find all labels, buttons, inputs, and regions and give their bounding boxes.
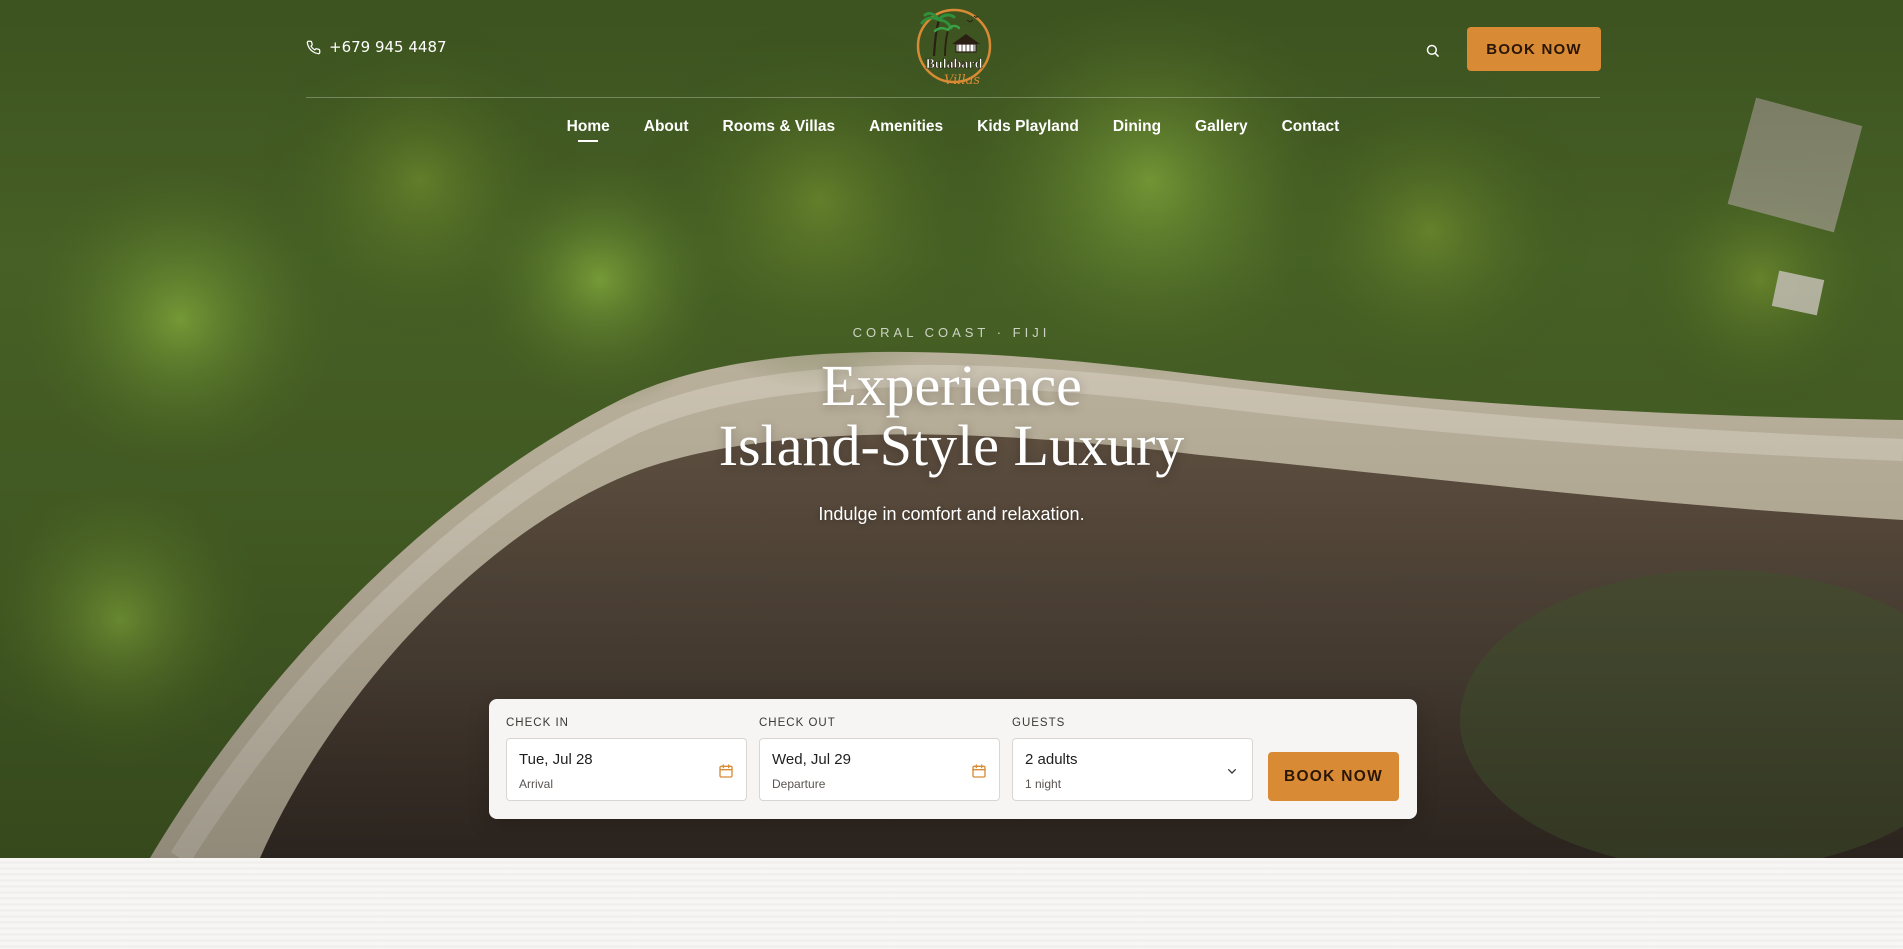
calendar-icon — [719, 764, 733, 778]
search-button[interactable] — [1420, 38, 1444, 62]
phone-number: +679 945 4487 — [329, 38, 447, 56]
hero-eyebrow: CORAL COAST · FIJI — [852, 325, 1051, 340]
checkin-label: CHECK IN — [506, 717, 569, 729]
logo-text: Bulabard — [926, 57, 983, 72]
search-icon — [1426, 44, 1439, 57]
checkin-field[interactable]: Tue, Jul 28 Arrival — [506, 738, 747, 801]
bulabard-villas-logo[interactable]: Bulabard Villas — [912, 6, 996, 92]
chevron-down-icon — [1228, 769, 1236, 774]
checkin-value: Tue, Jul 28 — [519, 751, 593, 768]
phone-icon — [306, 40, 321, 54]
nav-item-kids-playland[interactable]: Kids Playland — [977, 118, 1079, 136]
header-divider — [306, 97, 1600, 98]
nav-item-gallery[interactable]: Gallery — [1195, 118, 1248, 136]
book-now-button[interactable]: BOOK NOW — [1268, 752, 1399, 801]
guests-value: 2 adults — [1025, 751, 1078, 768]
booking-widget: CHECK IN Tue, Jul 28 Arrival CHECK OUT W… — [489, 699, 1417, 819]
nav-item-dining[interactable]: Dining — [1113, 118, 1161, 136]
lower-section — [0, 858, 1903, 949]
hero-headline-line2: Island-Style Luxury — [718, 413, 1185, 478]
main-nav: Home About Rooms & Villas Amenities Kids… — [0, 118, 1903, 142]
logo-script: Villas — [944, 73, 980, 88]
nav-item-home[interactable]: Home — [567, 118, 610, 142]
guests-select[interactable]: 2 adults 1 night — [1012, 738, 1253, 801]
book-now-header-button[interactable]: BOOK NOW — [1467, 27, 1601, 71]
hero-headline-line1: Experience — [821, 353, 1082, 418]
site-header: +679 945 4487 Bulabard Villas BOOK NOW — [0, 0, 1903, 97]
nav-item-contact[interactable]: Contact — [1282, 118, 1340, 136]
calendar-icon — [972, 764, 986, 778]
checkout-field[interactable]: Wed, Jul 29 Departure — [759, 738, 1000, 801]
checkout-label: CHECK OUT — [759, 717, 836, 729]
guests-label: GUESTS — [1012, 717, 1066, 729]
checkout-sub: Departure — [772, 777, 826, 791]
guests-sub: 1 night — [1025, 777, 1062, 791]
hero-headline: Experience Island-Style Luxury — [0, 356, 1903, 476]
checkout-value: Wed, Jul 29 — [772, 751, 851, 768]
hero: +679 945 4487 Bulabard Villas BOOK NOW H… — [0, 0, 1903, 858]
phone-link[interactable]: +679 945 4487 — [306, 38, 447, 56]
nav-item-rooms-villas[interactable]: Rooms & Villas — [723, 118, 836, 136]
nav-item-amenities[interactable]: Amenities — [869, 118, 943, 136]
checkin-sub: Arrival — [519, 777, 554, 791]
hero-subline: Indulge in comfort and relaxation. — [818, 504, 1085, 524]
nav-item-about[interactable]: About — [644, 118, 689, 136]
